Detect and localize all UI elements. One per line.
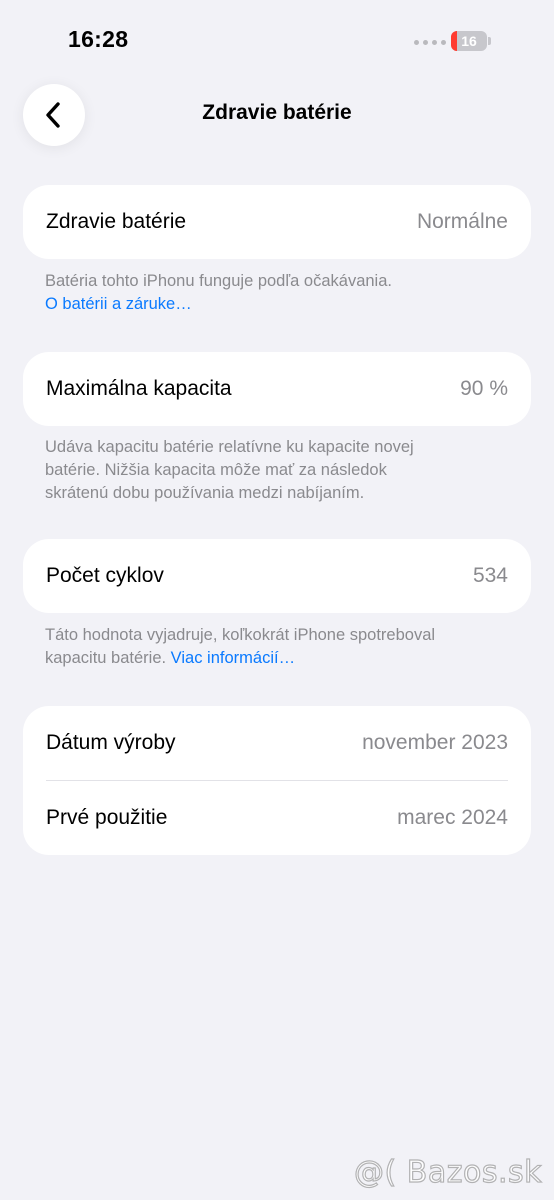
- battery-health-footnote: Batéria tohto iPhonu funguje podľa očaká…: [45, 270, 515, 316]
- max-capacity-note-line2: batérie. Nižšia kapacita môže mať za nás…: [45, 461, 387, 479]
- battery-health-card: Zdravie batérie Normálne: [23, 185, 531, 259]
- battery-health-value: Normálne: [416, 210, 508, 233]
- first-use-label: Prvé použitie: [46, 806, 168, 829]
- cycle-count-note-line1: Táto hodnota vyjadruje, koľkokrát iPhone…: [45, 626, 436, 644]
- battery-icon: 16: [451, 31, 487, 51]
- max-capacity-footnote: Udáva kapacitu batérie relatívne ku kapa…: [45, 436, 515, 505]
- max-capacity-row: Maximálna kapacita 90 %: [23, 352, 531, 426]
- battery-health-label: Zdravie batérie: [46, 210, 187, 233]
- max-capacity-label: Maximálna kapacita: [46, 377, 232, 400]
- battery-level: 16: [461, 33, 477, 49]
- bazos-watermark: @( Bazos.sk: [353, 1154, 542, 1190]
- page-title: Zdravie batérie: [202, 101, 352, 124]
- cellular-signal-icon: [414, 40, 446, 45]
- max-capacity-note-line3: skrátenú dobu používania medzi nabíjaním…: [45, 484, 365, 502]
- battery-warranty-link[interactable]: O batérii a záruke…: [45, 293, 515, 316]
- first-use-value: marec 2024: [397, 806, 508, 829]
- more-info-link[interactable]: Viac informácií…: [171, 649, 295, 667]
- cycle-count-row: Počet cyklov 534: [23, 539, 531, 613]
- max-capacity-note-line1: Udáva kapacitu batérie relatívne ku kapa…: [45, 438, 414, 456]
- first-use-row: Prvé použitie marec 2024: [23, 781, 531, 855]
- cycle-count-note-line2: kapacitu batérie.: [45, 649, 167, 667]
- cycle-count-value: 534: [472, 564, 508, 587]
- cycle-count-label: Počet cyklov: [46, 564, 164, 587]
- max-capacity-value: 90 %: [460, 377, 508, 400]
- manufacture-date-row: Dátum výroby november 2023: [23, 706, 531, 780]
- cycle-count-card: Počet cyklov 534: [23, 539, 531, 613]
- cycle-count-footnote: Táto hodnota vyjadruje, koľkokrát iPhone…: [45, 624, 515, 670]
- manufacture-date-label: Dátum výroby: [46, 731, 176, 754]
- manufacture-date-value: november 2023: [362, 731, 508, 754]
- battery-health-row: Zdravie batérie Normálne: [23, 185, 531, 259]
- max-capacity-card: Maximálna kapacita 90 %: [23, 352, 531, 426]
- battery-cap: [488, 37, 491, 45]
- cycle-count-note-line2-wrap: kapacitu batérie. Viac informácií…: [45, 647, 515, 670]
- dates-card: Dátum výroby november 2023 Prvé použitie…: [23, 706, 531, 855]
- status-time: 16:28: [68, 26, 129, 52]
- battery-health-note: Batéria tohto iPhonu funguje podľa očaká…: [45, 272, 392, 290]
- status-bar: 16:28 16: [0, 0, 554, 80]
